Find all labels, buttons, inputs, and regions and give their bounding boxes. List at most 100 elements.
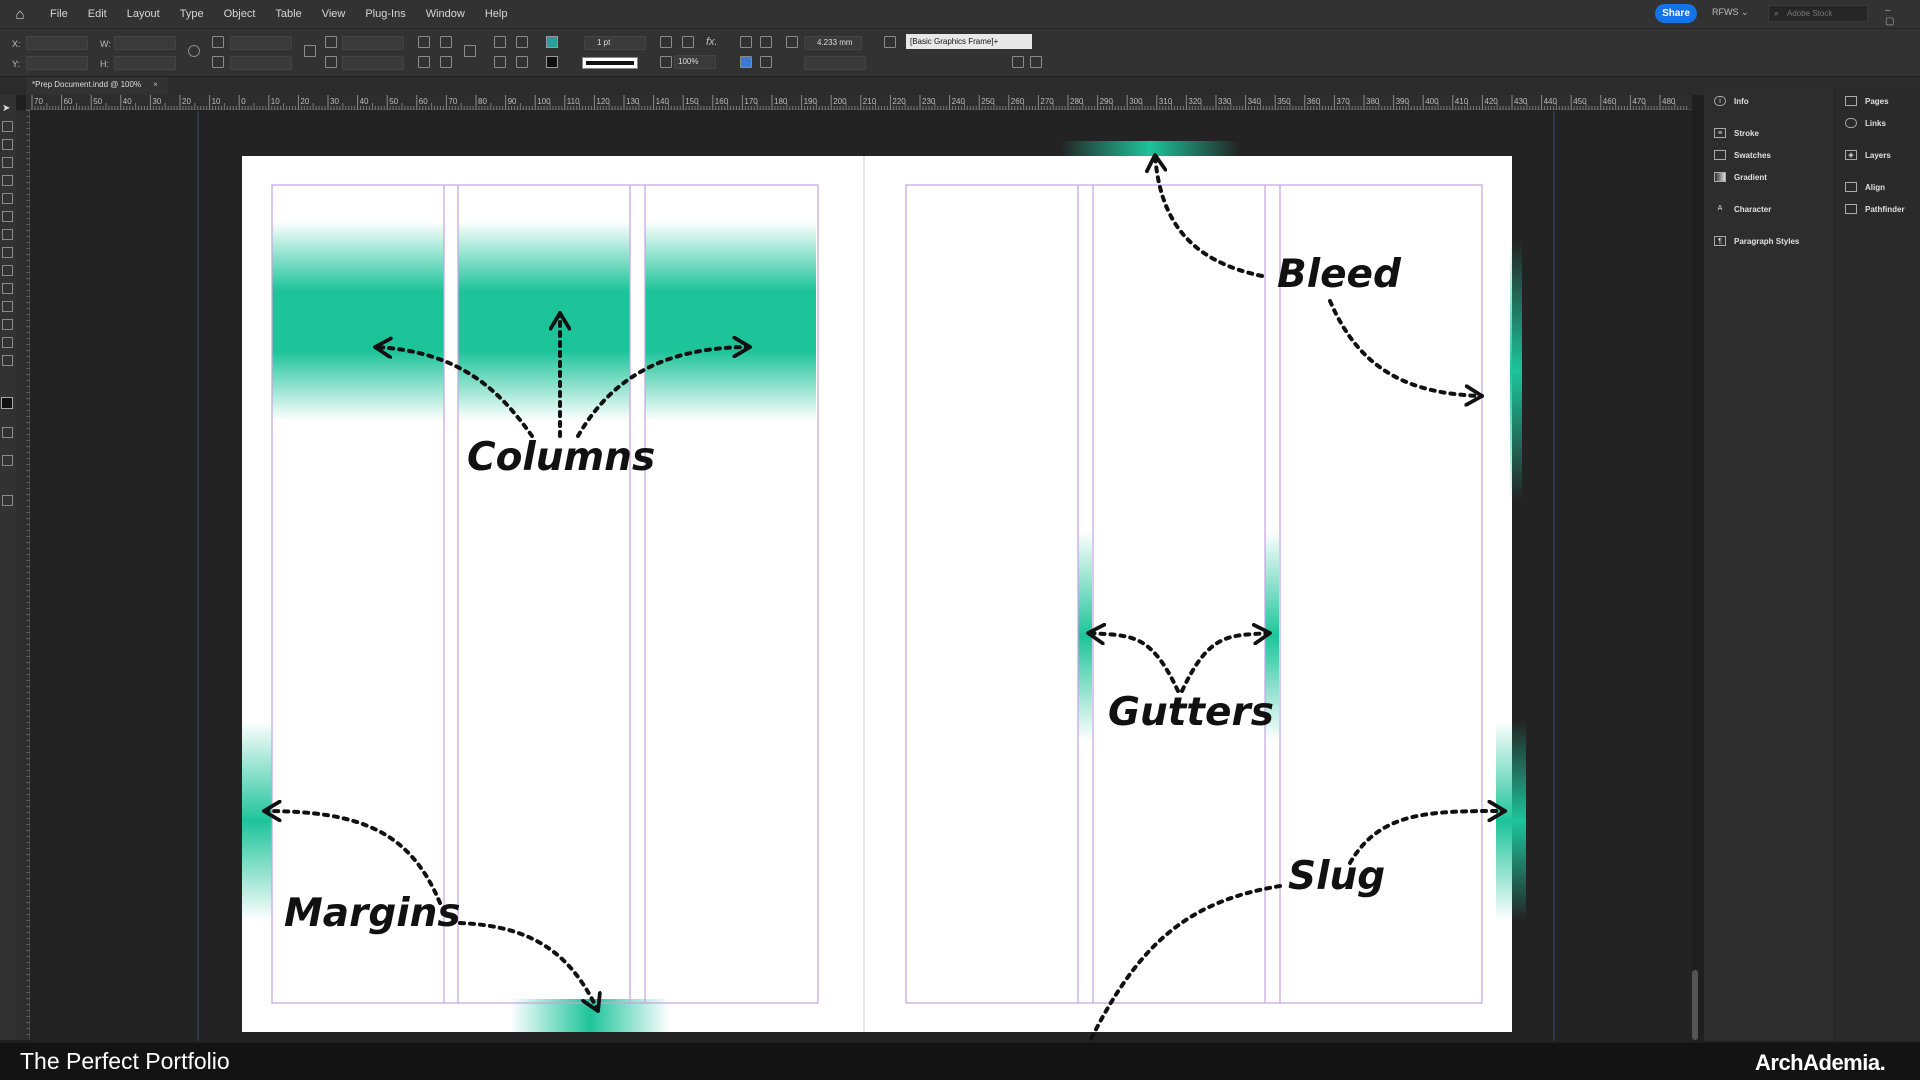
view-mode-icon[interactable] <box>2 495 13 506</box>
x-field[interactable] <box>26 36 88 50</box>
workspace-switcher[interactable]: RFWS ⌄ <box>1712 7 1749 18</box>
link-scale-icon[interactable] <box>304 45 316 57</box>
menu-type[interactable]: Type <box>170 8 214 20</box>
effects-icon[interactable] <box>682 36 694 48</box>
rotate-field[interactable] <box>342 36 404 50</box>
panel-swatches[interactable]: Swatches <box>1714 150 1771 160</box>
shear-field[interactable] <box>342 56 404 70</box>
page-tool-icon[interactable] <box>2 139 13 150</box>
screen-mode-icon[interactable] <box>2 455 13 466</box>
panel-align[interactable]: Align <box>1845 182 1885 192</box>
line-tool-icon[interactable] <box>2 175 13 186</box>
fill-stroke-swatch[interactable] <box>1 397 13 409</box>
secondary-field[interactable] <box>804 56 866 70</box>
stroke-weight-field[interactable]: 1 pt <box>584 36 646 50</box>
frame-size-icon[interactable] <box>786 36 798 48</box>
panel-paragraph-styles[interactable]: ¶ Paragraph Styles <box>1714 236 1799 246</box>
menu-object[interactable]: Object <box>214 8 266 20</box>
menu-view[interactable]: View <box>312 8 356 20</box>
quick-apply-icon[interactable] <box>1030 56 1042 68</box>
menu-layout[interactable]: Layout <box>117 8 170 20</box>
panel-layers[interactable]: ◈ Layers <box>1845 150 1891 160</box>
window-controls[interactable]: – ▢ <box>1885 5 1920 27</box>
pages-icon <box>1845 96 1857 106</box>
search-placeholder: Adobe Stock <box>1787 9 1833 18</box>
panel-links[interactable]: Links <box>1845 118 1886 128</box>
w-field[interactable] <box>114 36 176 50</box>
stroke-swatch[interactable] <box>546 56 558 68</box>
vertical-ruler[interactable] <box>16 110 30 1040</box>
stroke-type-select[interactable] <box>582 57 638 69</box>
frame-fitting-icon[interactable] <box>660 36 672 48</box>
ruler-label: 30 <box>330 97 339 106</box>
menu-window[interactable]: Window <box>416 8 475 20</box>
select-next-icon[interactable] <box>516 56 528 68</box>
home-icon[interactable]: ⌂ <box>0 6 40 23</box>
document-tab[interactable]: *Prep Document.indd @ 100% × <box>26 77 168 95</box>
align-spread-icon[interactable] <box>760 56 772 68</box>
menu-help[interactable]: Help <box>475 8 518 20</box>
panel-gradient[interactable]: Gradient <box>1714 172 1767 182</box>
gutter-highlight-1 <box>1078 531 1092 741</box>
menu-file[interactable]: File <box>40 8 78 20</box>
rotate-cw-icon[interactable] <box>418 36 430 48</box>
type-tool-icon[interactable] <box>2 157 13 168</box>
right-page[interactable] <box>866 156 1512 1032</box>
rotate-icon[interactable] <box>325 36 337 48</box>
h-field[interactable] <box>114 56 176 70</box>
menu-table[interactable]: Table <box>265 8 311 20</box>
horizontal-ruler[interactable]: 70 60 50 40 30 20 10 0 10 20 30 40 50 60 70 80 90 100 110 1… <box>26 95 1692 110</box>
scale-x-icon[interactable] <box>212 36 224 48</box>
panel-info[interactable]: i Info <box>1714 96 1749 106</box>
panel-pages[interactable]: Pages <box>1845 96 1889 106</box>
select-previous-icon[interactable] <box>494 56 506 68</box>
menu-plugins[interactable]: Plug-Ins <box>355 8 415 20</box>
y-field[interactable] <box>26 56 88 70</box>
rectangle-tool-icon[interactable] <box>2 247 13 258</box>
rotate-ccw-icon[interactable] <box>440 36 452 48</box>
pencil-tool-icon[interactable] <box>2 211 13 222</box>
opacity-field[interactable]: 100% <box>674 55 716 69</box>
flip-vertical-icon[interactable] <box>440 56 452 68</box>
scissors-tool-icon[interactable] <box>2 265 13 276</box>
panel-character[interactable]: A Character <box>1714 204 1772 214</box>
dimension-field[interactable]: 4.233 mm <box>804 36 862 50</box>
clear-overrides-icon[interactable] <box>1012 56 1024 68</box>
direct-selection-tool-icon[interactable] <box>2 121 13 132</box>
panel-pathfinder[interactable]: Pathfinder <box>1845 204 1905 214</box>
rectangle-frame-tool-icon[interactable] <box>2 229 13 240</box>
eyedropper-tool-icon[interactable] <box>2 319 13 330</box>
object-style-icon[interactable] <box>884 36 896 48</box>
hand-tool-icon[interactable] <box>2 337 13 348</box>
shear-icon[interactable] <box>325 56 337 68</box>
fx-icon[interactable]: fx. <box>706 36 718 48</box>
scale-y-icon[interactable] <box>212 56 224 68</box>
free-transform-tool-icon[interactable] <box>2 283 13 294</box>
reference-point-icon[interactable] <box>464 45 476 57</box>
fill-swatch[interactable] <box>546 36 558 48</box>
pen-tool-icon[interactable] <box>2 193 13 204</box>
zoom-tool-icon[interactable] <box>2 355 13 366</box>
flip-horizontal-icon[interactable] <box>418 56 430 68</box>
swap-colors-icon[interactable] <box>2 427 13 438</box>
close-icon[interactable]: × <box>153 80 158 89</box>
auto-fit-icon[interactable] <box>740 56 752 68</box>
selection-tool-icon[interactable]: ➤ <box>2 103 13 114</box>
opacity-icon[interactable] <box>660 56 672 68</box>
share-button[interactable]: Share <box>1655 4 1697 23</box>
select-content-icon[interactable] <box>516 36 528 48</box>
constrain-proportions-icon[interactable] <box>188 45 200 57</box>
panel-stroke[interactable]: ≡ Stroke <box>1714 128 1759 138</box>
object-style-select[interactable]: [Basic Graphics Frame]+ <box>906 34 1032 49</box>
column-highlight-1 <box>272 221 444 421</box>
gradient-tool-icon[interactable] <box>2 301 13 312</box>
menu-edit[interactable]: Edit <box>78 8 117 20</box>
select-container-icon[interactable] <box>494 36 506 48</box>
scale-x-field[interactable] <box>230 36 292 50</box>
scale-y-field[interactable] <box>230 56 292 70</box>
adobe-stock-search[interactable]: ⌕ Adobe Stock <box>1768 5 1868 22</box>
wrap-bounding-icon[interactable] <box>760 36 772 48</box>
wrap-text-icon[interactable] <box>740 36 752 48</box>
pasteboard[interactable]: Columns Margins Bleed Gutters Slug <box>30 111 1692 1041</box>
vertical-scrollbar[interactable] <box>1692 970 1698 1040</box>
